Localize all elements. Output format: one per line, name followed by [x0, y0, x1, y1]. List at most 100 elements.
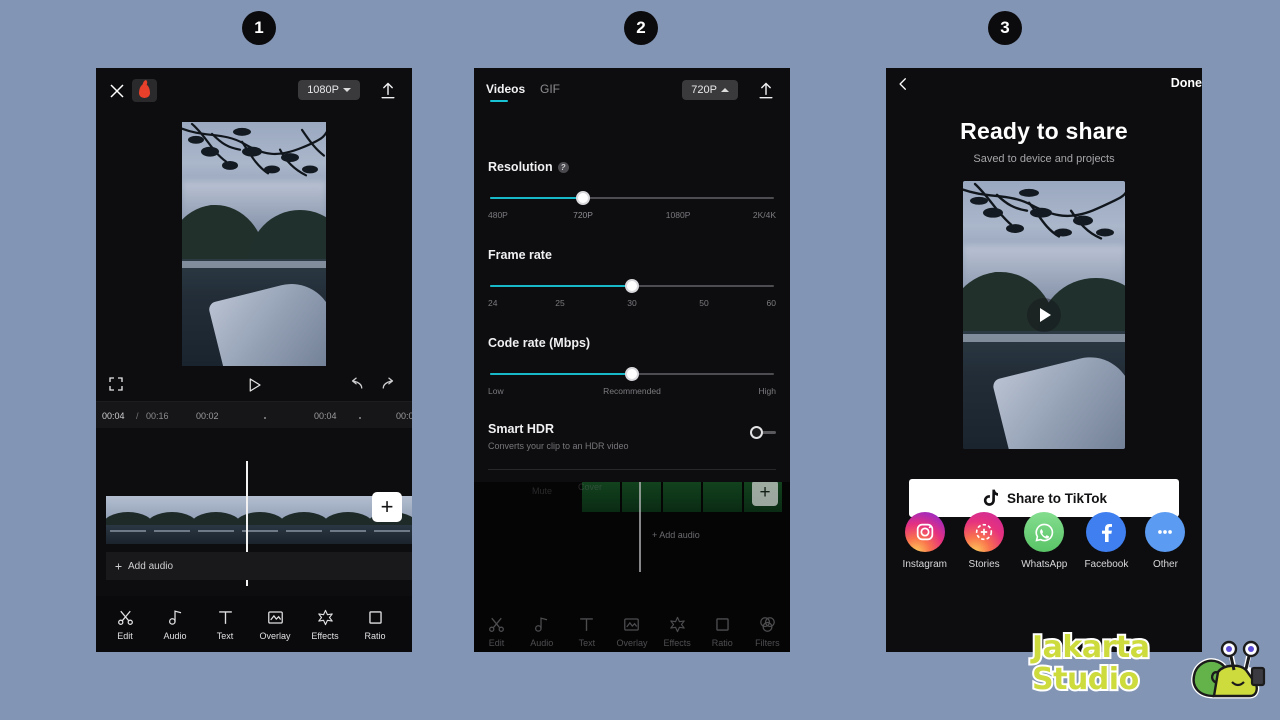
tick-label: 30	[627, 298, 637, 308]
info-icon[interactable]: ?	[557, 161, 569, 173]
editor-topbar: 1080P	[96, 68, 412, 116]
tick-label: 1080P	[665, 210, 691, 220]
timeline-track-area[interactable]: + Add audio	[96, 428, 412, 613]
expand-icon[interactable]	[108, 376, 124, 392]
add-audio-row[interactable]: Add audio	[106, 552, 412, 580]
dim-mute-label: Mute	[532, 486, 553, 496]
tab-gif[interactable]: GIF	[540, 82, 560, 96]
redo-icon[interactable]	[379, 376, 396, 393]
code-rate-title: Code rate (Mbps)	[488, 336, 591, 350]
export-upload-icon[interactable]	[756, 80, 776, 102]
tool-audio[interactable]: Audio	[150, 608, 200, 641]
overlay-frame-icon	[267, 610, 283, 624]
facebook-icon	[1086, 512, 1127, 552]
tick-label: Recommended	[603, 386, 661, 396]
watermark-text: Jakarta Studio	[1030, 630, 1152, 698]
video-preview[interactable]	[963, 181, 1125, 449]
share-target-other[interactable]: Other	[1145, 512, 1186, 570]
tool-ratio[interactable]: Ratio	[350, 608, 400, 641]
play-icon[interactable]	[245, 376, 263, 394]
tab-videos[interactable]: Videos	[486, 82, 525, 96]
timeline-separator: /	[136, 411, 139, 421]
export-settings-body: Resolution ? 480P 720P 1080P 2K/4K Frame…	[474, 160, 790, 496]
video-clip-strip[interactable]	[106, 496, 412, 544]
tool-filters[interactable]: Fi	[400, 608, 412, 641]
flame-icon	[139, 83, 150, 98]
add-clip-button[interactable]: +	[372, 492, 402, 522]
tool-label: Edit	[117, 630, 133, 641]
instagram-stories-icon	[964, 512, 1005, 552]
tab-active-indicator	[490, 100, 508, 102]
resolution-pill-button[interactable]: 1080P	[298, 80, 360, 100]
tick-label: 50	[699, 298, 709, 308]
tool-label: Effects	[663, 638, 691, 648]
share-target-facebook[interactable]: Facebook	[1084, 512, 1128, 570]
timeline-minor-tick	[264, 417, 266, 419]
instagram-icon	[904, 512, 945, 552]
scissors-icon	[489, 617, 505, 632]
smart-hdr-toggle[interactable]	[750, 426, 776, 439]
step-badge-3: 3	[988, 11, 1022, 45]
scissors-icon	[117, 610, 133, 625]
phone-panel-editor: 1080P 00:04 / 00:16 00:02 00:04 00:0 + A…	[96, 68, 412, 652]
section-resolution: Resolution ? 480P 720P 1080P 2K/4K	[488, 160, 776, 224]
clip-thumbnail	[238, 496, 282, 544]
phone-panel-export-settings: Videos GIF 720P Resolution ? 480P 720P 1…	[474, 68, 790, 652]
tool-label: Overlay	[616, 638, 648, 648]
clip-thumbnail	[282, 496, 326, 544]
close-x-icon[interactable]	[108, 82, 126, 100]
slider-knob[interactable]	[576, 191, 591, 205]
play-button[interactable]	[1027, 298, 1061, 332]
dim-cover-label: Cover	[578, 482, 603, 492]
share-target-whatsapp[interactable]: WhatsApp	[1021, 512, 1067, 570]
resolution-pill-label: 1080P	[307, 84, 339, 96]
tool-text: Text	[566, 615, 608, 648]
tick-label: 60	[766, 298, 776, 308]
undo-icon[interactable]	[349, 376, 366, 393]
frame-rate-slider[interactable]	[488, 276, 776, 296]
tool-filters: Filters	[746, 615, 788, 648]
code-rate-slider[interactable]	[488, 364, 776, 384]
code-rate-tick-labels: Low Recommended High	[488, 386, 776, 400]
tool-overlay: Overlay	[611, 615, 653, 648]
overlay-frame-icon	[624, 618, 640, 631]
effects-sparkle-icon	[317, 609, 333, 625]
share-targets-row: Instagram Stories WhatsApp Facebook Othe…	[886, 512, 1202, 570]
resolution-slider[interactable]	[488, 188, 776, 208]
video-preview[interactable]	[182, 122, 326, 366]
tick-label: 480P	[488, 210, 508, 220]
done-button[interactable]: Done	[1171, 76, 1202, 90]
share-target-stories[interactable]: Stories	[964, 512, 1005, 570]
tool-text[interactable]: Text	[200, 608, 250, 641]
divider	[488, 469, 776, 470]
dim-bottom-toolbar: Edit Audio Text Overlay Effects Ratio Fi…	[474, 615, 790, 648]
export-upload-icon[interactable]	[378, 80, 398, 102]
back-chevron-icon[interactable]	[896, 76, 910, 92]
frame-rate-title: Frame rate	[488, 248, 552, 262]
flame-button[interactable]	[132, 79, 157, 102]
clip-thumbnail	[326, 496, 370, 544]
tool-edit[interactable]: Edit	[100, 608, 150, 641]
phone-panel-share: Done Ready to share Saved to device and …	[886, 68, 1202, 652]
watermark-line-2: Studio	[1030, 662, 1141, 698]
dim-playhead	[639, 482, 641, 572]
step-number: 2	[636, 18, 646, 37]
tool-edit: Edit	[476, 615, 518, 648]
tool-label: Effects	[311, 630, 339, 641]
smart-hdr-text: Smart HDR Converts your clip to an HDR v…	[488, 422, 629, 451]
slider-knob[interactable]	[625, 367, 639, 381]
preview-shoreline	[182, 261, 326, 269]
tool-label: Text	[578, 638, 596, 648]
tool-audio: Audio	[521, 615, 563, 648]
step-badge-1: 1	[242, 11, 276, 45]
tick-label: 24	[488, 298, 498, 308]
share-target-instagram[interactable]: Instagram	[903, 512, 947, 570]
resolution-pill-button[interactable]: 720P	[682, 80, 738, 100]
step-badge-2: 2	[624, 11, 658, 45]
slider-knob[interactable]	[625, 279, 639, 293]
tool-effects[interactable]: Effects	[300, 608, 350, 641]
tool-overlay[interactable]: Overlay	[250, 608, 300, 641]
music-note-icon	[168, 609, 181, 625]
resolution-tick-labels: 480P 720P 1080P 2K/4K	[488, 210, 776, 224]
resolution-pill-label: 720P	[691, 84, 717, 96]
